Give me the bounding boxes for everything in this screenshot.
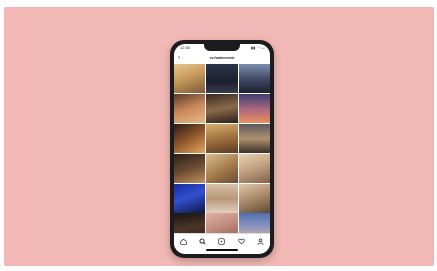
photo-night-sky[interactable] (206, 64, 238, 93)
photo-portrait-lamp[interactable] (174, 123, 206, 153)
photo-blonde-sunset[interactable] (174, 64, 206, 93)
photo-street-night[interactable] (206, 93, 238, 123)
phone-frame: 12:30 ▮▮ ◠ ▭ ‹ ev.fowlerecent (170, 40, 274, 258)
photo-sunset-sky[interactable] (238, 93, 270, 123)
reels-icon (218, 237, 226, 245)
tab-home[interactable] (178, 235, 190, 247)
status-time: 12:30 (180, 45, 191, 50)
phone-screen: 12:30 ▮▮ ◠ ▭ ‹ ev.fowlerecent (174, 44, 270, 254)
back-button[interactable]: ‹ (178, 53, 180, 63)
home-icon (180, 238, 187, 245)
background-card: 12:30 ▮▮ ◠ ▭ ‹ ev.fowlerecent (4, 7, 434, 266)
photo-gallery-frames[interactable] (206, 183, 238, 213)
tab-reels[interactable] (216, 235, 228, 247)
search-icon (199, 237, 206, 245)
photo-closeup-face[interactable] (238, 153, 270, 183)
tab-search[interactable] (197, 235, 209, 247)
phone-notch (204, 44, 240, 51)
home-indicator (206, 249, 238, 251)
profile-icon (257, 237, 264, 245)
photo-girl-window[interactable] (174, 153, 206, 183)
bottom-tab-bar (174, 233, 270, 248)
photo-grid (174, 64, 270, 243)
photo-mirror-gold[interactable] (206, 123, 238, 153)
profile-header: ‹ ev.fowlerecent (174, 53, 270, 63)
photo-selfie-warm[interactable] (174, 93, 206, 123)
photo-blue-lights[interactable] (174, 183, 206, 213)
photo-palm-dusk[interactable] (238, 64, 270, 93)
photo-beach-dusk[interactable] (238, 123, 270, 153)
status-icons: ▮▮ ◠ ▭ (251, 46, 265, 50)
photo-blonde-hair[interactable] (206, 153, 238, 183)
tab-profile[interactable] (254, 235, 266, 247)
heart-icon (237, 238, 245, 244)
tab-activity[interactable] (235, 235, 247, 247)
profile-username: ev.fowlerecent (209, 56, 235, 60)
photo-friends-group[interactable] (238, 183, 270, 213)
